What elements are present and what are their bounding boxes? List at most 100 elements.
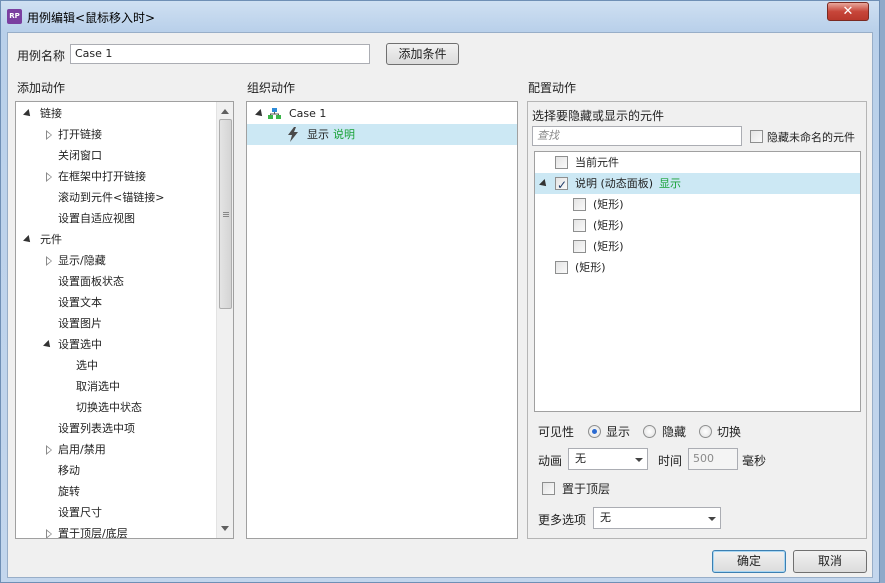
add-actions-scrollbar[interactable] <box>216 102 233 538</box>
widget-status: 显示 <box>659 177 681 190</box>
action-item-label: 元件 <box>40 233 62 246</box>
widget-label: 说明 (动态面板) <box>575 177 654 190</box>
more-options-value: 无 <box>600 511 611 524</box>
expand-open-icon[interactable] <box>255 109 265 119</box>
widget-checkbox[interactable] <box>555 156 568 169</box>
action-item-label: 设置列表选中项 <box>58 422 135 435</box>
action-item-label: 置于顶层/底层 <box>58 527 128 539</box>
window-title: 用例编辑<鼠标移入时> <box>27 11 156 25</box>
ok-button[interactable]: 确定 <box>712 550 786 573</box>
title-bar[interactable]: RP 用例编辑<鼠标移入时> ✕ <box>1 1 879 33</box>
action-item[interactable]: 在框架中打开链接 <box>16 166 216 187</box>
expand-closed-icon[interactable] <box>46 445 52 455</box>
action-item[interactable]: 元件 <box>16 229 216 250</box>
widget-row[interactable]: (矩形) <box>535 194 860 215</box>
visibility-show-label: 显示 <box>606 425 631 439</box>
action-item-label: 设置图片 <box>58 317 102 330</box>
cancel-button[interactable]: 取消 <box>793 550 867 573</box>
action-item[interactable]: 设置尺寸 <box>16 502 216 523</box>
time-input[interactable]: 500 <box>688 448 738 470</box>
action-item[interactable]: 启用/禁用 <box>16 439 216 460</box>
action-item[interactable]: 设置图片 <box>16 313 216 334</box>
widget-list[interactable]: 当前元件说明 (动态面板) 显示 (矩形) (矩形) (矩形) (矩形) <box>534 151 861 412</box>
case-name-input[interactable]: Case 1 <box>70 44 370 64</box>
visibility-show-radio[interactable] <box>588 425 601 438</box>
widget-checkbox[interactable] <box>573 198 586 211</box>
expand-open-icon[interactable] <box>23 235 33 245</box>
action-item-label: 移动 <box>58 464 80 477</box>
expand-closed-icon[interactable] <box>46 130 52 140</box>
more-options-select[interactable]: 无 <box>593 507 721 529</box>
hide-unnamed-label: 隐藏未命名的元件 <box>767 131 855 144</box>
action-item[interactable]: 置于顶层/底层 <box>16 523 216 539</box>
axure-rp-icon: RP <box>7 9 22 24</box>
widget-label: (矩形) <box>593 240 624 253</box>
action-item[interactable]: 关闭窗口 <box>16 145 216 166</box>
hide-unnamed-checkbox[interactable] <box>750 130 763 143</box>
action-item-label: 链接 <box>40 107 62 120</box>
scroll-up-arrow-icon[interactable] <box>221 109 229 114</box>
action-item[interactable]: 链接 <box>16 103 216 124</box>
scroll-thumb[interactable] <box>219 119 232 309</box>
action-item-label: 取消选中 <box>76 380 120 393</box>
action-item[interactable]: 显示/隐藏 <box>16 250 216 271</box>
action-item[interactable]: 旋转 <box>16 481 216 502</box>
action-item-label: 设置选中 <box>58 338 102 351</box>
search-placeholder: 查找 <box>537 129 559 142</box>
action-item[interactable]: 取消选中 <box>16 376 216 397</box>
configure-actions-panel: 选择要隐藏或显示的元件 查找 隐藏未命名的元件 当前元件说明 (动态面板) 显示 (… <box>527 101 867 539</box>
dialog-window: RP 用例编辑<鼠标移入时> ✕ 用例名称 Case 1 添加条件 添加动作 组… <box>0 0 880 583</box>
action-item[interactable]: 滚动到元件<锚链接> <box>16 187 216 208</box>
action-item[interactable]: 选中 <box>16 355 216 376</box>
action-item[interactable]: 打开链接 <box>16 124 216 145</box>
action-item-label: 启用/禁用 <box>58 443 106 456</box>
action-item[interactable]: 设置列表选中项 <box>16 418 216 439</box>
action-item[interactable]: 切换选中状态 <box>16 397 216 418</box>
widget-checkbox[interactable] <box>573 219 586 232</box>
action-item[interactable]: 设置面板状态 <box>16 271 216 292</box>
widget-row[interactable]: (矩形) <box>535 215 860 236</box>
animation-select[interactable]: 无 <box>568 448 648 470</box>
animation-value: 无 <box>575 452 586 465</box>
action-item[interactable]: 移动 <box>16 460 216 481</box>
widget-row[interactable]: (矩形) <box>535 236 860 257</box>
widget-search-input[interactable]: 查找 <box>532 126 742 146</box>
widget-checkbox[interactable] <box>555 261 568 274</box>
visibility-label: 可见性 <box>538 425 575 439</box>
action-item-label: 关闭窗口 <box>58 149 102 162</box>
action-row-show[interactable]: 显示 说明 <box>247 124 517 145</box>
expand-closed-icon[interactable] <box>46 256 52 266</box>
expand-closed-icon[interactable] <box>46 172 52 182</box>
close-button[interactable]: ✕ <box>827 2 869 21</box>
widget-label: (矩形) <box>593 198 624 211</box>
action-item-label: 设置尺寸 <box>58 506 102 519</box>
lightning-icon <box>288 127 298 142</box>
add-actions-header: 添加动作 <box>17 81 66 95</box>
bring-to-front-label: 置于顶层 <box>562 482 611 496</box>
dialog-client-area: 用例名称 Case 1 添加条件 添加动作 组织动作 配置动作 链接 打开链接 关闭… <box>7 32 873 578</box>
scroll-down-arrow-icon[interactable] <box>221 526 229 531</box>
bring-to-front-checkbox[interactable] <box>542 482 555 495</box>
expand-open-icon[interactable] <box>23 109 33 119</box>
widget-checkbox[interactable] <box>573 240 586 253</box>
widget-label: 当前元件 <box>575 156 619 169</box>
widget-checkbox[interactable] <box>555 175 568 196</box>
expand-closed-icon[interactable] <box>46 529 52 538</box>
widget-row[interactable]: 说明 (动态面板) 显示 <box>535 173 860 196</box>
add-actions-tree[interactable]: 链接打开链接关闭窗口在框架中打开链接 滚动到元件<锚链接> 设置自适应视图元件显示/… <box>15 101 234 539</box>
expand-open-icon[interactable] <box>539 179 549 189</box>
more-options-label: 更多选项 <box>538 513 587 527</box>
action-item[interactable]: 设置选中 <box>16 334 216 355</box>
organize-actions-tree[interactable]: Case 1 显示 说明 <box>246 101 518 539</box>
add-condition-button[interactable]: 添加条件 <box>386 43 459 65</box>
time-unit: 毫秒 <box>742 454 767 468</box>
action-item[interactable]: 设置文本 <box>16 292 216 313</box>
visibility-toggle-radio[interactable] <box>699 425 712 438</box>
expand-open-icon[interactable] <box>43 340 53 350</box>
widget-row[interactable]: 当前元件 <box>535 152 860 173</box>
visibility-hide-radio[interactable] <box>643 425 656 438</box>
case-row[interactable]: Case 1 <box>247 103 517 124</box>
widget-row[interactable]: (矩形) <box>535 257 860 278</box>
action-item-label: 旋转 <box>58 485 80 498</box>
action-item[interactable]: 设置自适应视图 <box>16 208 216 229</box>
